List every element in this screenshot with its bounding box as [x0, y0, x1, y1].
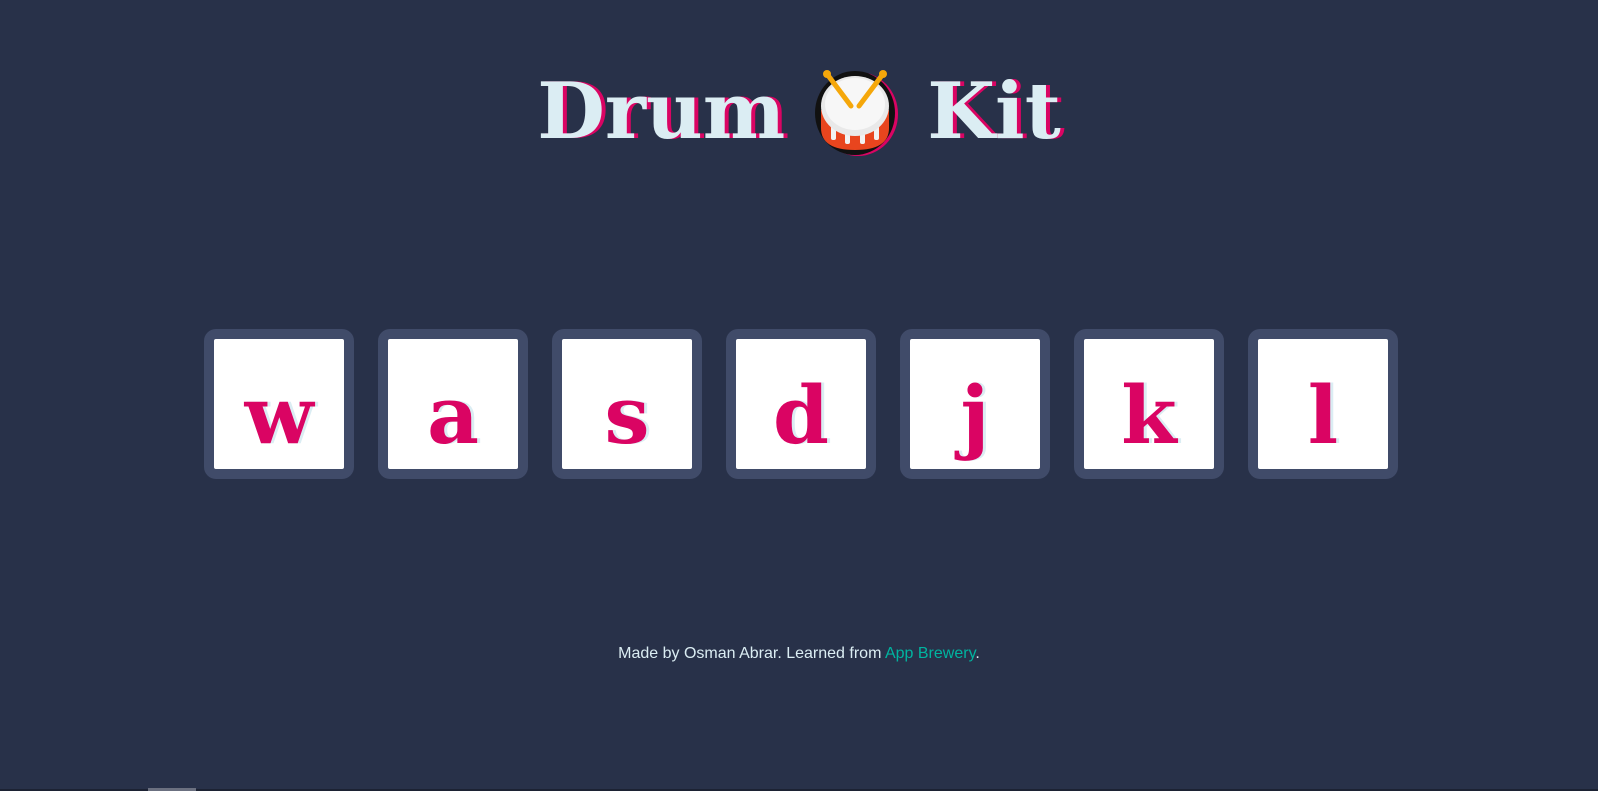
footer-period: . — [975, 645, 980, 662]
drum-key-s[interactable]: s — [552, 329, 702, 479]
drum-key-k[interactable]: k — [1074, 329, 1224, 479]
key-label: a — [427, 368, 479, 462]
drum-key-w[interactable]: w — [204, 329, 354, 479]
footer: Made by Osman Abrar. Learned from App Br… — [0, 645, 1598, 663]
drum-key-d[interactable]: d — [726, 329, 876, 479]
drum-key-a[interactable]: a — [378, 329, 528, 479]
drum-key-j[interactable]: j — [900, 329, 1050, 479]
page-title: Drum Kit — [0, 62, 1598, 162]
drum-keys: w a s d j k l — [204, 329, 1398, 479]
key-label: k — [1121, 368, 1177, 462]
key-label: d — [773, 368, 829, 462]
title-word-kit: Kit — [927, 66, 1061, 157]
drum-icon — [815, 70, 899, 156]
drum-key-l[interactable]: l — [1248, 329, 1398, 479]
key-label: j — [960, 368, 990, 462]
key-label: s — [604, 368, 650, 462]
title-word-drum: Drum — [537, 66, 786, 157]
app-brewery-link[interactable]: App Brewery — [885, 645, 975, 662]
footer-text: Made by Osman Abrar. Learned from — [618, 645, 885, 662]
key-label: w — [244, 368, 314, 462]
key-label: l — [1307, 368, 1339, 462]
